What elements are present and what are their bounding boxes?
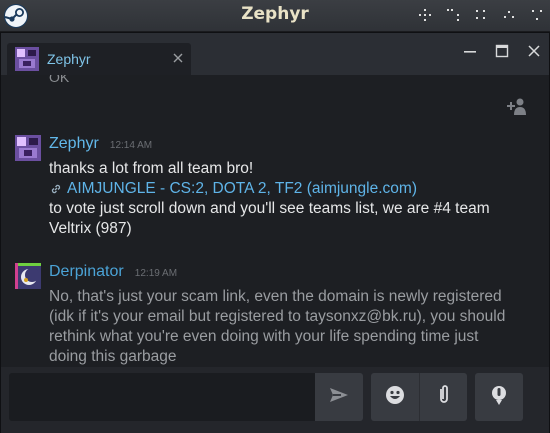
app-titlebar: Zephyr [0,0,550,32]
add-friend-icon[interactable] [505,95,529,119]
microphone-icon [488,384,510,410]
minimize-icon[interactable] [463,43,477,57]
resize-icon[interactable] [446,8,460,22]
message-link[interactable]: AIMJUNGLE - CS:2, DOTA 2, TF2 (aimjungle… [49,179,519,199]
avatar-icon [15,47,39,71]
link-text[interactable]: AIMJUNGLE - CS:2, DOTA 2, TF2 (aimjungle… [67,179,417,199]
attach-button[interactable] [419,373,467,421]
avatar[interactable] [15,263,41,289]
tab-bar: Zephyr [1,33,549,75]
message-body: thanks a lot from all team bro! AIMJUNGL… [49,159,519,239]
voice-button[interactable] [475,373,523,421]
expand-icon[interactable] [530,8,544,22]
emoji-button[interactable] [371,373,419,421]
collapse-icon[interactable] [502,8,516,22]
tile-icon[interactable] [474,8,488,22]
tab-zephyr[interactable]: Zephyr [7,43,191,75]
message-text: No, that's just your scam link, even the… [49,288,506,365]
avatar[interactable] [15,135,41,161]
move-icon[interactable] [418,8,432,22]
message-composer [1,367,549,433]
timestamp: 12:14 AM [109,140,153,151]
message-list[interactable]: OK Zephyr 12:14 AM thanks a lot from all… [1,75,549,367]
chat-window: Zephyr OK Zephyr 12:14 AM thanks a lot f… [0,32,550,433]
emoji-icon [384,384,406,410]
send-icon [328,384,350,410]
window-close-icon[interactable] [527,43,541,57]
tab-label: Zephyr [47,51,91,67]
close-icon[interactable] [171,50,185,64]
previous-message-fragment: OK [49,75,70,85]
maximize-icon[interactable] [495,43,509,58]
message-input[interactable] [9,373,315,421]
sender-name[interactable]: Zephyr [49,135,99,152]
paperclip-icon [433,384,455,410]
message-text: thanks a lot from all team bro! [49,160,254,177]
send-button[interactable] [315,373,363,421]
link-icon [49,182,63,196]
sender-name[interactable]: Derpinator [49,263,124,280]
timestamp: 12:19 AM [134,268,178,279]
message-text: to vote just scroll down and you'll see … [49,200,490,237]
